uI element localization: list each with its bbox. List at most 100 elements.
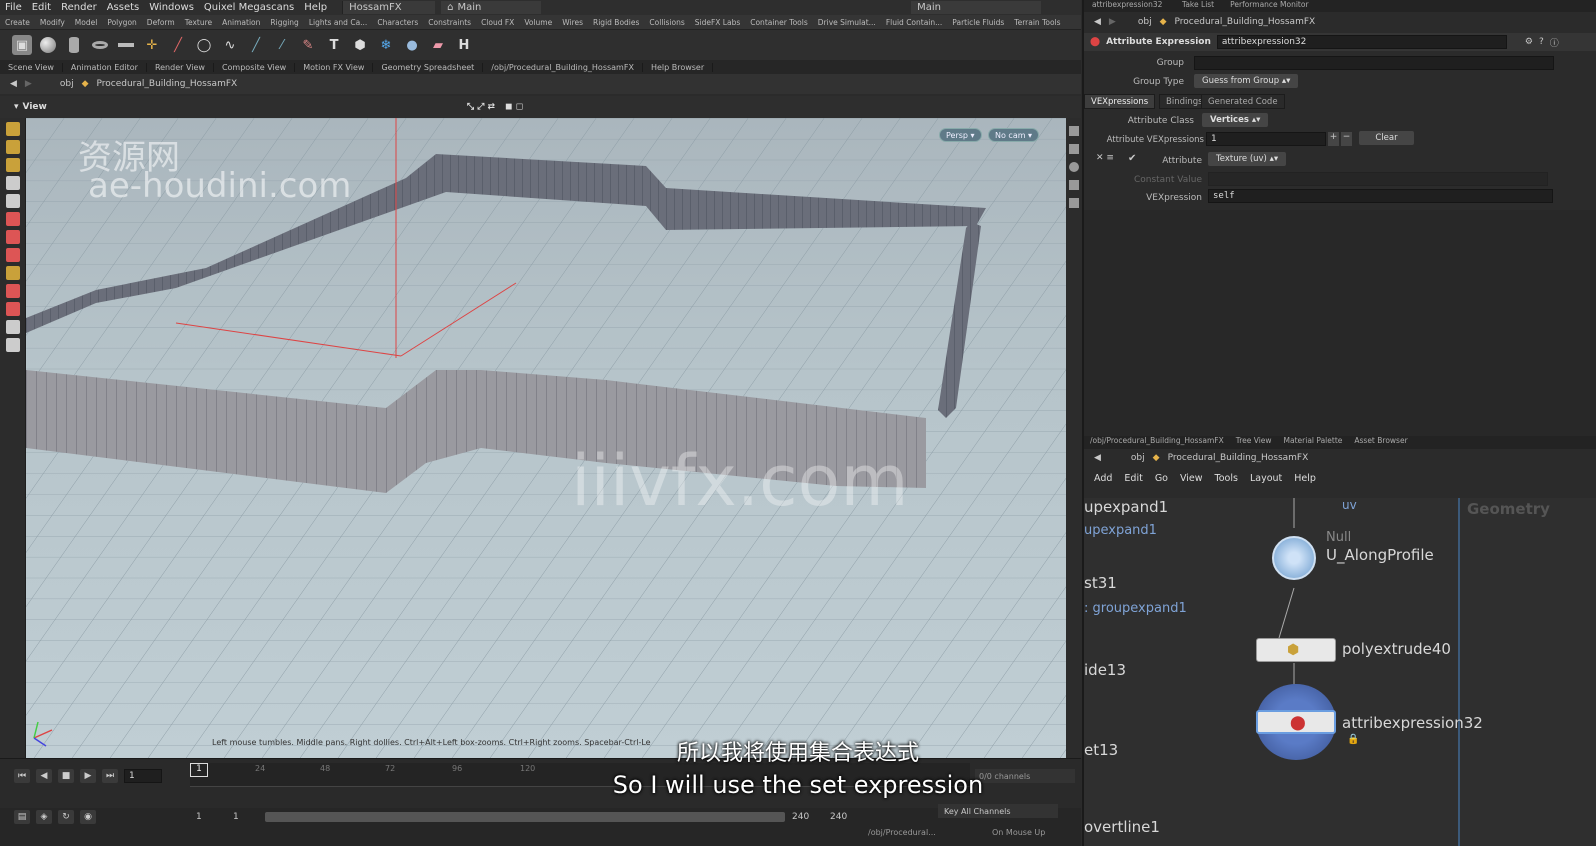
network-selector[interactable]: ⌂ Main — [441, 1, 542, 14]
net-menu-tools[interactable]: Tools — [1215, 473, 1238, 484]
main-selector[interactable]: Main — [911, 1, 1042, 14]
pane-tab[interactable]: Render View — [147, 62, 214, 72]
net-label-e[interactable]: ide13 — [1084, 661, 1126, 679]
net-label-b[interactable]: upexpand1 — [1084, 523, 1157, 538]
circle-tool-icon[interactable]: ◯ — [194, 35, 214, 55]
torus-tool-icon[interactable] — [90, 35, 110, 55]
shelf-tab[interactable]: Texture — [180, 18, 217, 27]
range-start-2[interactable]: 1 — [233, 812, 239, 822]
net-path-obj[interactable]: obj — [1131, 453, 1145, 463]
menu-edit[interactable]: Edit — [27, 2, 56, 13]
range-slider[interactable] — [265, 812, 785, 822]
audio-icon[interactable]: ▤ — [14, 810, 30, 824]
platonic-tool-icon[interactable]: ⬢ — [350, 35, 370, 55]
shelf-tab[interactable]: SideFX Labs — [690, 18, 746, 27]
net-label-g[interactable]: overtline1 — [1084, 818, 1160, 836]
lsystem-tool-icon[interactable]: ❄ — [376, 35, 396, 55]
shelf-tab[interactable]: Create — [0, 18, 35, 27]
sphere-tool-icon[interactable] — [38, 35, 58, 55]
net-tab-path[interactable]: /obj/Procedural_Building_HossamFX — [1084, 436, 1230, 449]
camera-tool-icon[interactable] — [6, 338, 20, 352]
tab-take-list[interactable]: Take List — [1174, 0, 1222, 12]
shelf-tab[interactable]: Fluid Contain... — [881, 18, 947, 27]
net-menu-add[interactable]: Add — [1094, 473, 1112, 484]
wireframe-icon[interactable] — [1069, 198, 1079, 208]
handle-tools-icon[interactable]: ⤡ ⤢ ⇄ — [467, 102, 495, 112]
line-tool-icon[interactable]: ╱ — [168, 35, 188, 55]
metaball-tool-icon[interactable]: ● — [402, 35, 422, 55]
range-start-1[interactable]: 1 — [196, 812, 202, 822]
menu-file[interactable]: File — [0, 2, 27, 13]
lock-camera-icon[interactable] — [1069, 144, 1079, 154]
net-path-node[interactable]: Procedural_Building_HossamFX — [1168, 453, 1309, 463]
info-icon[interactable]: ⓘ — [1550, 36, 1559, 49]
shelf-tab[interactable]: Constraints — [423, 18, 476, 27]
sculpt-tool-icon[interactable] — [6, 320, 20, 334]
houdini-logo-icon[interactable]: H — [454, 35, 474, 55]
pen-tool-icon[interactable]: ✎ — [298, 35, 318, 55]
key-all-channels-button[interactable]: Key All Channels — [938, 804, 1058, 818]
node-name-field[interactable]: attribexpression32 — [1216, 35, 1507, 49]
keys-icon[interactable]: ◈ — [36, 810, 52, 824]
grid-tool-icon[interactable] — [116, 35, 136, 55]
add-entry-icon[interactable]: + — [1328, 132, 1339, 146]
shelf-tab[interactable]: Polygon — [102, 18, 141, 27]
shelf-tab[interactable]: Lights and Ca... — [304, 18, 373, 27]
move-tool-icon[interactable] — [6, 212, 20, 226]
attribexpression-node[interactable]: ⬤ — [1256, 710, 1336, 734]
net-menu-edit[interactable]: Edit — [1124, 473, 1142, 484]
desktop-selector[interactable]: HossamFX — [342, 1, 436, 14]
pane-tab[interactable]: Composite View — [214, 62, 296, 72]
net-label-d[interactable]: : groupexpand1 — [1084, 601, 1187, 616]
shelf-tab[interactable]: Characters — [372, 18, 423, 27]
rotate-tool-icon[interactable] — [6, 230, 20, 244]
shelf-tab[interactable]: Rigging — [265, 18, 303, 27]
null-tool-icon[interactable]: ✛ — [142, 35, 162, 55]
attribute-dropdown[interactable]: Texture (uv) ▴▾ — [1208, 152, 1287, 166]
net-menu-view[interactable]: View — [1180, 473, 1203, 484]
pane-tab[interactable]: Animation Editor — [63, 62, 147, 72]
lasso-select-icon[interactable] — [6, 194, 20, 208]
polyextrude-name[interactable]: polyextrude40 — [1342, 640, 1451, 658]
attr-vex-count-field[interactable]: 1 — [1206, 132, 1326, 146]
attr-class-dropdown[interactable]: Vertices ▴▾ — [1202, 113, 1269, 127]
pane-tab[interactable]: Scene View — [0, 62, 63, 72]
null-node[interactable] — [1272, 536, 1316, 580]
tab-vexpressions[interactable]: VEXpressions — [1084, 94, 1156, 109]
pane-tab[interactable]: Help Browser — [643, 62, 714, 72]
scene-viewport[interactable]: 资源网 ae-houdini.com iiivfx.com Persp ▾ No… — [26, 118, 1066, 758]
shelf-tab[interactable]: Deform — [142, 18, 180, 27]
shelf-tab[interactable]: Modify — [35, 18, 70, 27]
param-forward-icon[interactable]: ▶ — [1109, 17, 1116, 27]
shading-icon[interactable] — [1069, 180, 1079, 190]
gear-icon[interactable]: ⚙ — [1525, 37, 1533, 47]
net-back-icon[interactable]: ◀ — [1094, 453, 1101, 463]
vexpression-field[interactable]: self — [1208, 189, 1553, 203]
menu-help[interactable]: Help — [299, 2, 332, 13]
remove-entry-icon[interactable]: − — [1341, 132, 1352, 146]
net-label-c[interactable]: st31 — [1084, 574, 1117, 592]
loop-icon[interactable]: ↻ — [58, 810, 74, 824]
font-tool-icon[interactable]: T — [324, 35, 344, 55]
shelf-tab[interactable]: Collisions — [644, 18, 689, 27]
range-end-1[interactable]: 240 — [792, 812, 809, 822]
menu-render[interactable]: Render — [56, 2, 102, 13]
path-obj[interactable]: obj — [60, 79, 74, 89]
forward-icon[interactable]: ▶ — [25, 79, 32, 89]
status-mouse[interactable]: On Mouse Up — [992, 828, 1045, 837]
shelf-tab[interactable]: Wires — [557, 18, 588, 27]
path-node[interactable]: Procedural_Building_HossamFX — [97, 79, 238, 89]
shelf-tab[interactable]: Rigid Bodies — [588, 18, 644, 27]
net-tab-tree[interactable]: Tree View — [1230, 436, 1278, 449]
snap-tool-icon[interactable] — [6, 284, 20, 298]
param-back-icon[interactable]: ◀ — [1094, 17, 1101, 27]
param-path-obj[interactable]: obj — [1138, 17, 1152, 27]
spray-paint-icon[interactable]: ⁄ — [272, 35, 292, 55]
persp-button[interactable]: Persp ▾ — [939, 128, 982, 142]
light-icon[interactable] — [1069, 162, 1079, 172]
menu-windows[interactable]: Windows — [144, 2, 199, 13]
draw-curve-icon[interactable]: ╱ — [246, 35, 266, 55]
shelf-tab[interactable]: Container Tools — [745, 18, 813, 27]
view-menu-icon[interactable]: ▾ — [14, 102, 19, 112]
arrow-select-icon[interactable] — [6, 176, 20, 190]
